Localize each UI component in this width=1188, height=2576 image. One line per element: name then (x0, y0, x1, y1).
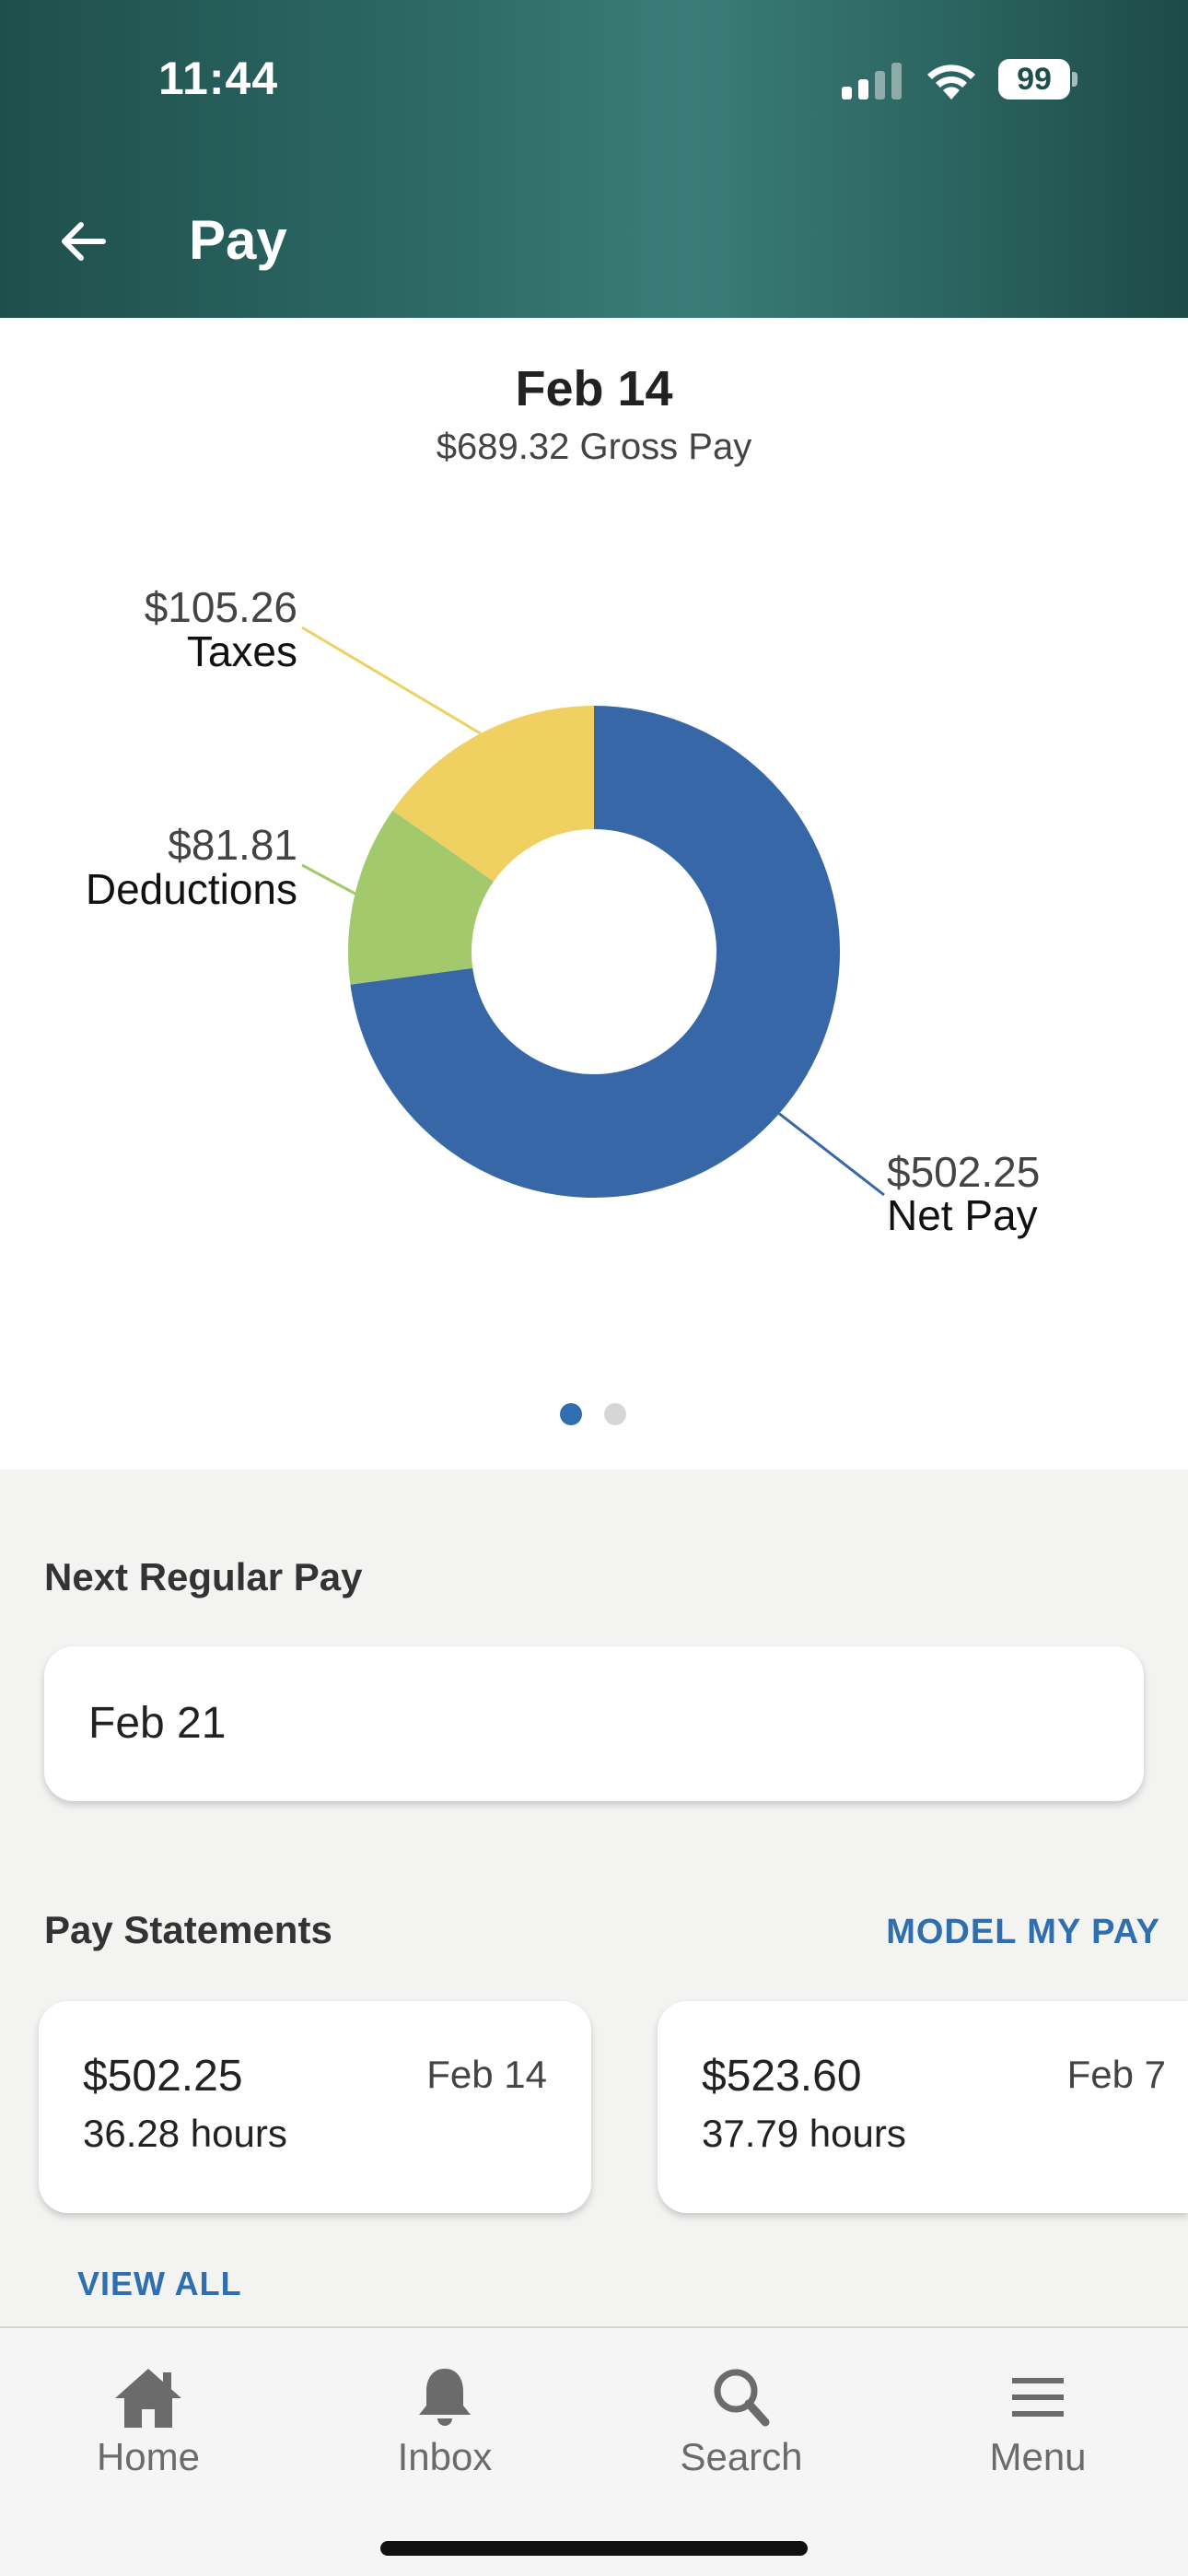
tab-menu[interactable]: Menu (890, 2347, 1186, 2485)
tab-label: Search (680, 2435, 803, 2478)
pay-statements-title: Pay Statements (44, 1908, 332, 1951)
statement-date: Feb 14 (426, 2053, 547, 2096)
view-all-link[interactable]: VIEW ALL (77, 2265, 242, 2303)
battery-level: 99 (998, 59, 1070, 100)
tab-search[interactable]: Search (593, 2347, 890, 2485)
tab-label: Inbox (397, 2435, 493, 2478)
leader-line (301, 863, 356, 896)
slice-name-label: Deductions (86, 865, 297, 913)
home-indicator (380, 2541, 808, 2556)
pay-chart-panel[interactable]: Feb 14 $689.32 Gross Pay $502.25 Net Pay $… (0, 318, 1188, 1469)
statement-hours: 36.28 hours (83, 2112, 287, 2155)
slice-amount-label: $81.81 (168, 821, 297, 869)
statement-amount: $502.25 (83, 2052, 243, 2101)
tab-home[interactable]: Home (0, 2347, 297, 2485)
pay-statement-card[interactable]: $523.60 37.79 hours Feb 7 (658, 2001, 1188, 2213)
page-indicator[interactable] (560, 1403, 634, 1427)
menu-icon (1012, 2378, 1064, 2417)
page-title: Pay (189, 209, 287, 271)
arrow-left-icon[interactable] (55, 214, 111, 269)
tab-label: Menu (989, 2435, 1087, 2478)
bell-icon (419, 2369, 471, 2426)
tab-label: Home (96, 2435, 201, 2478)
pay-breakdown-donut-chart: $502.25Net Pay $81.81Deductions $105.26Tax… (86, 583, 1040, 1239)
statement-hours: 37.79 hours (702, 2112, 906, 2155)
page-dot-active[interactable] (560, 1403, 582, 1425)
statement-amount: $523.60 (702, 2052, 862, 2101)
leader-line (301, 626, 482, 735)
slice-name-label: Taxes (187, 627, 297, 675)
model-my-pay-link[interactable]: MODEL MY PAY (886, 1913, 1160, 1952)
slice-amount-label: $502.25 (887, 1148, 1040, 1196)
next-pay-date: Feb 21 (88, 1699, 227, 1748)
wifi-icon (927, 64, 975, 100)
slice-amount-label: $105.26 (145, 583, 297, 631)
next-regular-pay-title: Next Regular Pay (44, 1555, 363, 1598)
pay-statement-card[interactable]: $502.25 36.28 hours Feb 14 (39, 2001, 591, 2213)
statement-date: Feb 7 (1066, 2053, 1166, 2096)
app-header: 11:44 99 Pay (0, 0, 1188, 318)
leader-line (778, 1112, 885, 1197)
tab-inbox[interactable]: Inbox (297, 2347, 593, 2485)
page-dot-inactive[interactable] (604, 1403, 626, 1425)
bottom-tab-bar: Home Inbox Search Menu (0, 2326, 1188, 2576)
home-icon (115, 2369, 181, 2428)
search-icon (714, 2369, 770, 2427)
battery-icon: 99 (998, 59, 1077, 100)
status-time: 11:44 (158, 53, 279, 104)
slice-name-label: Net Pay (887, 1191, 1038, 1239)
next-pay-card[interactable]: Feb 21 (44, 1646, 1144, 1801)
cellular-signal-icon (842, 63, 902, 100)
